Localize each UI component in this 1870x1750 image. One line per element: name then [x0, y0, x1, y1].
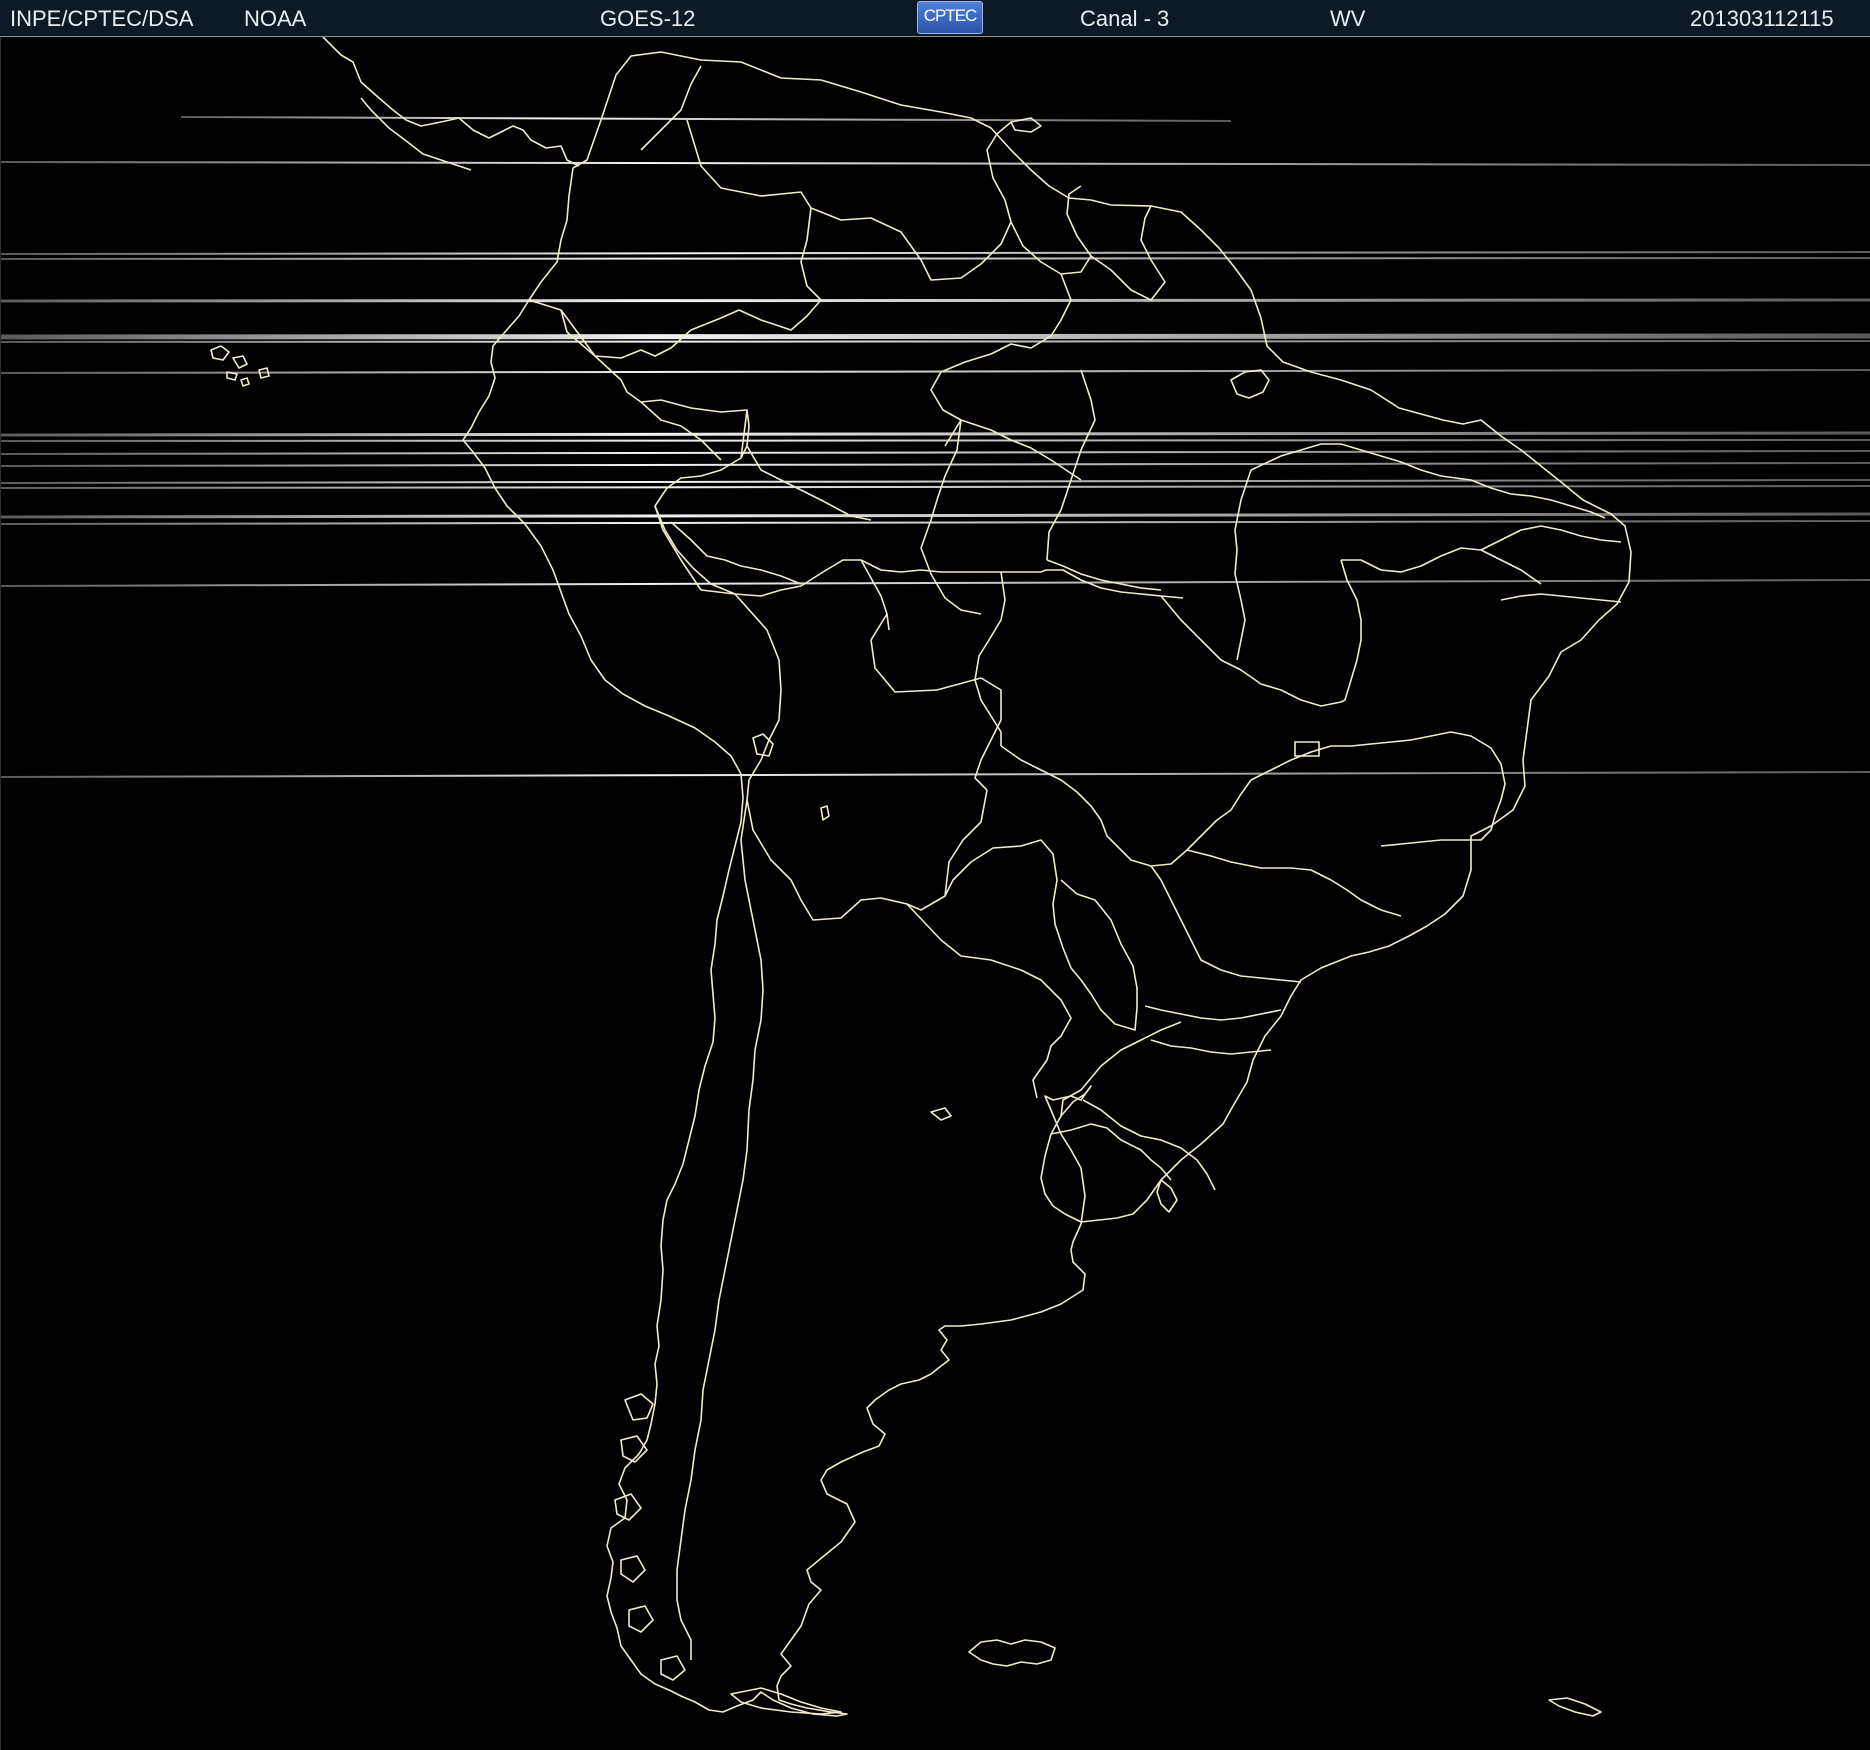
scan-line-artifacts [1, 116, 1870, 778]
border-brazil-uruguay [1060, 1021, 1182, 1117]
border-chile-argentina [676, 799, 764, 1660]
border-peru-brazil [654, 409, 890, 631]
scan-line [1, 462, 1870, 467]
border-parana [1150, 865, 1302, 983]
border-paraguay [944, 839, 1138, 1031]
lagoa-dos-patos [1156, 1179, 1178, 1213]
scan-line [1, 485, 1870, 489]
scan-line [1, 298, 1870, 303]
map-outlines [210, 37, 1632, 1717]
lake-mar-chiquita [930, 1107, 952, 1121]
galapagos-islands [210, 345, 270, 387]
border-para-mato-grosso [860, 559, 1184, 599]
border-goias [1160, 595, 1342, 707]
scan-line [1, 439, 1870, 442]
satellite-label: GOES-12 [600, 6, 696, 31]
image-header-bar: INPE/CPTEC/DSA NOAA GOES-12 CPTEC Canal … [0, 0, 1870, 37]
border-santa-catarina [1144, 1005, 1282, 1055]
satellite-image-frame [0, 37, 1870, 1750]
border-sao-paulo [1186, 849, 1402, 917]
agency-label: NOAA [244, 6, 307, 31]
border-maranhao-piaui [1250, 443, 1442, 477]
border-venezuela-guyana [810, 121, 1012, 281]
cptec-logo-text: CPTEC [923, 6, 978, 25]
marajo-island [1230, 369, 1270, 399]
scan-line [1, 431, 1870, 437]
institution-label: INPE/CPTEC/DSA [10, 6, 194, 31]
channel-label: Canal - 3 [1080, 6, 1170, 31]
scan-line [1, 257, 1870, 260]
timestamp-label: 201303112115 [1690, 6, 1834, 31]
border-northeast-states [1440, 475, 1622, 603]
border-tocantins [1234, 469, 1252, 661]
border-mato-grosso-do-sul [1000, 745, 1252, 867]
scan-line [1, 512, 1870, 519]
scan-line [1, 369, 1870, 374]
scan-line [1, 251, 1870, 255]
cptec-logo: CPTEC [917, 1, 983, 34]
border-minas-gerais [1250, 731, 1506, 847]
scan-line [1, 771, 1870, 778]
southern-chile-archipelago [614, 1393, 686, 1681]
falkland-islands [968, 1639, 1056, 1667]
tierra-del-fuego [730, 1687, 842, 1715]
border-amazon-interior [670, 521, 1162, 615]
border-argentina-paraguay [906, 903, 1072, 1099]
lake-poopo [820, 805, 830, 821]
scan-line [180, 116, 1232, 122]
scan-line [1, 333, 1870, 340]
border-bolivia-chile-argentina [746, 759, 988, 921]
scan-line [1, 520, 1870, 525]
scan-line [1, 450, 1870, 455]
border-colombia-venezuela [640, 65, 822, 331]
south-america-map [1, 37, 1870, 1717]
scan-line [1, 479, 1870, 484]
border-rio-grande-do-sul [1082, 1099, 1216, 1191]
central-america-coast [322, 37, 580, 171]
band-label: WV [1330, 6, 1366, 31]
south-georgia-island [1548, 1697, 1602, 1717]
scan-line [1, 340, 1870, 343]
border-uruguay [1050, 1123, 1172, 1181]
scan-line [1, 161, 1870, 166]
border-bahia [1340, 547, 1542, 703]
